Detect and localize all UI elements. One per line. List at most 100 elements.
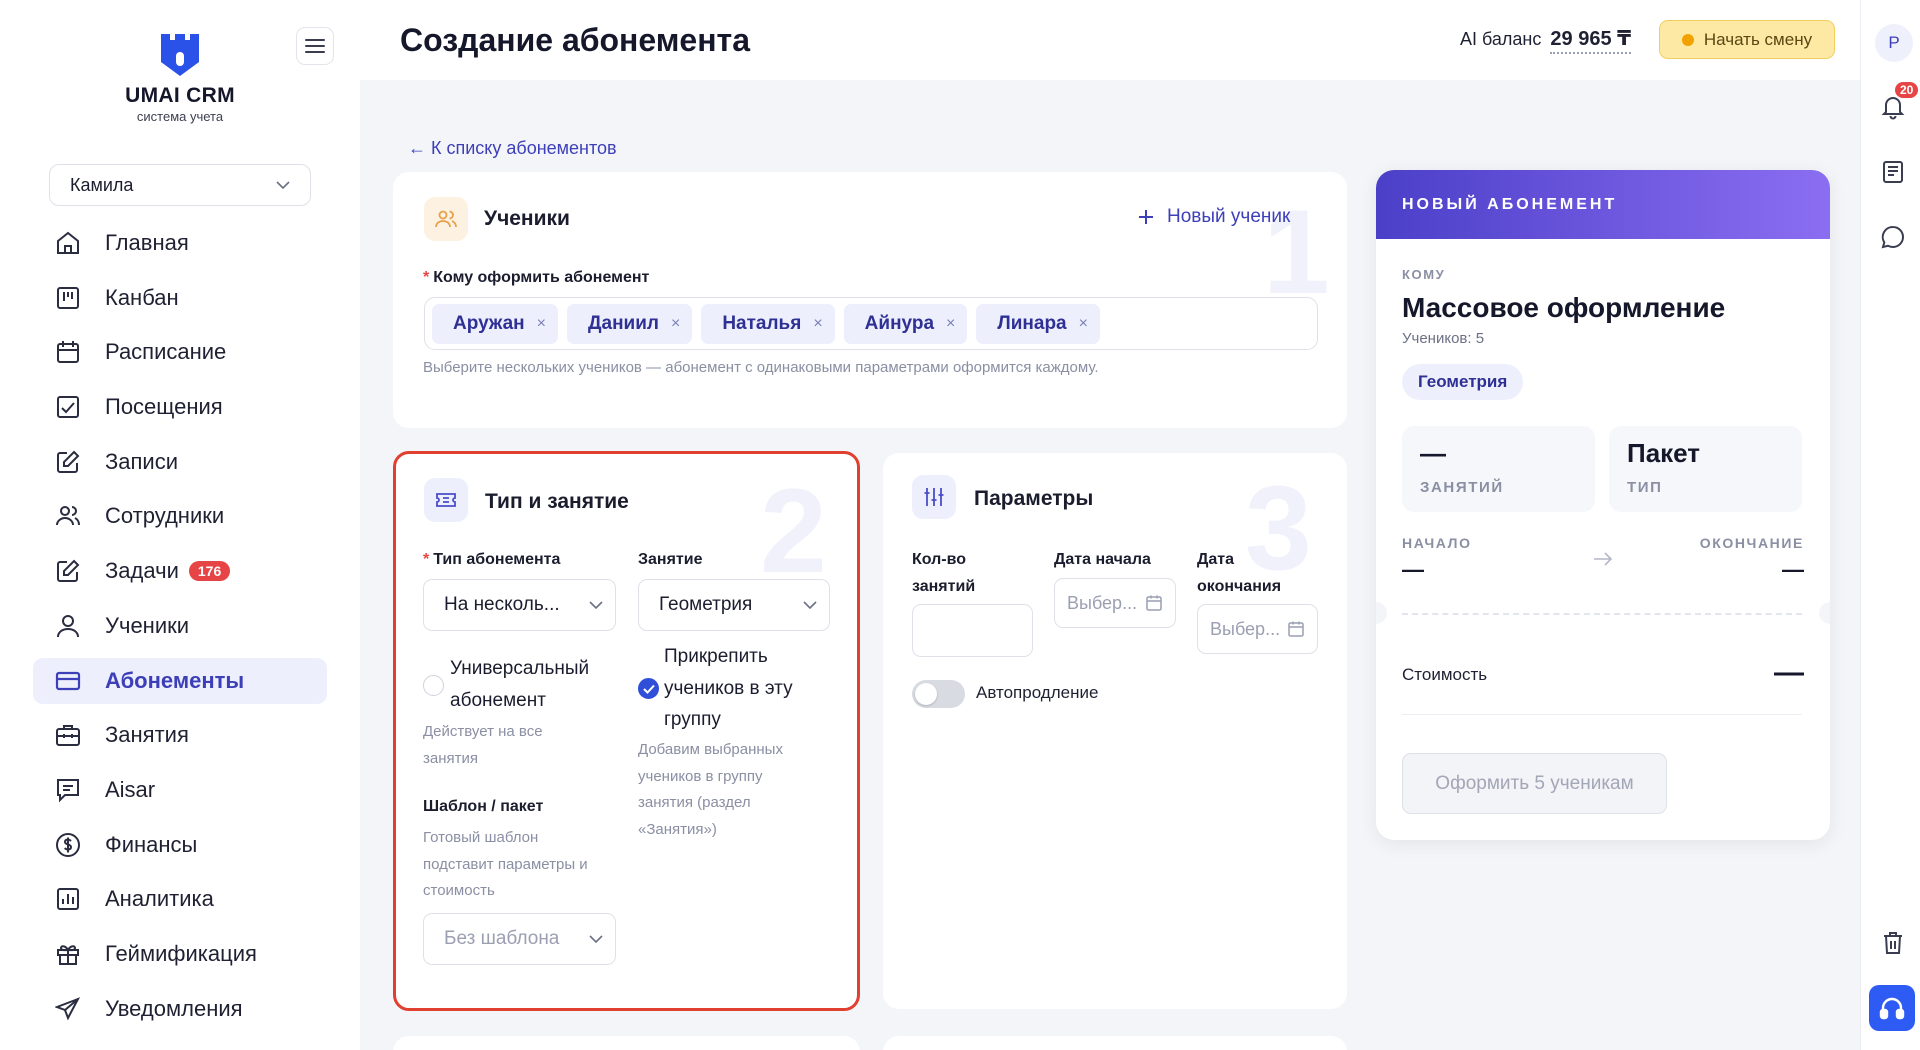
top-header: Создание абонемента AI баланс 29 965 ₸ Н… <box>360 0 1860 80</box>
page-title: Создание абонемента <box>400 22 751 58</box>
chevron-down-icon <box>803 600 817 609</box>
sidebar-item-label: Сотрудники <box>105 503 225 529</box>
start-date-label: Дата начала <box>1054 551 1151 568</box>
attach-group-checkbox[interactable] <box>638 678 659 699</box>
send-icon <box>55 996 81 1021</box>
sidebar-item-schedule[interactable]: Расписание <box>33 329 327 375</box>
subscription-type-select[interactable]: На несколь... <box>423 579 616 631</box>
students-multiselect[interactable]: Аружан × Даниил × Наталья × Айнура × Линара × <box>424 297 1318 350</box>
sidebar-item-records[interactable]: Записи <box>33 439 327 485</box>
student-chip: Наталья × <box>701 303 835 344</box>
lesson-label: Занятие <box>638 551 703 568</box>
student-chip: Даниил × <box>566 303 693 344</box>
sidebar-item-aisar[interactable]: Aisar <box>33 767 327 813</box>
attach-group-label[interactable]: Прикрепить учеников в эту группу <box>664 641 793 736</box>
autorenew-label: Автопродление <box>976 683 1099 702</box>
staff-icon <box>56 506 80 526</box>
journal-button[interactable] <box>1878 157 1908 187</box>
attach-group-hint: Добавим выбранных учеников в группу заня… <box>638 741 783 838</box>
sidebar-item-label: Занятия <box>105 722 189 748</box>
submit-subscription-button[interactable]: Оформить 5 ученикам <box>1402 753 1667 814</box>
universal-checkbox[interactable] <box>423 675 444 696</box>
logo[interactable]: UMAI CRM система учета <box>120 32 240 124</box>
sliders-icon <box>924 488 944 506</box>
lesson-select[interactable]: Геометрия <box>638 579 830 631</box>
student-chip-label: Аружан <box>453 312 525 334</box>
subscription-type-label: * Тип абонемента <box>423 551 561 568</box>
avatar[interactable]: Р <box>1875 24 1913 62</box>
user-select[interactable]: Камила <box>49 164 311 206</box>
tasks-icon <box>57 559 80 583</box>
briefcase-icon <box>56 725 80 747</box>
students-card-icon <box>424 197 468 241</box>
lessons-count-label: Кол-во занятий <box>912 551 976 595</box>
universal-label[interactable]: Универсальный абонемент <box>450 653 589 716</box>
sidebar-item-kanban[interactable]: Канбан <box>33 275 327 321</box>
summary-lesson-tag: Геометрия <box>1402 364 1524 400</box>
analytics-icon <box>57 888 79 911</box>
student-chip: Аружан × <box>432 303 558 344</box>
support-button[interactable] <box>1869 985 1915 1031</box>
chip-remove-icon[interactable]: × <box>537 315 546 333</box>
summary-count: Учеников: 5 <box>1402 330 1485 347</box>
summary-type-value: Пакет <box>1627 438 1701 468</box>
summary-end-value: — <box>1782 557 1804 582</box>
trash-button[interactable] <box>1878 928 1908 958</box>
hamburger-icon <box>305 39 325 53</box>
sidebar-nav: Главная Канбан Расписание Посещения Запи… <box>33 220 327 1040</box>
edit-icon <box>57 450 80 473</box>
chat-button[interactable] <box>1878 222 1908 252</box>
sidebar-item-label: Аналитика <box>105 886 214 912</box>
autorenew-toggle[interactable] <box>912 680 965 708</box>
sidebar-item-label: Записи <box>105 448 179 474</box>
kanban-icon <box>57 286 79 309</box>
sidebar-item-finance[interactable]: Финансы <box>33 822 327 868</box>
sidebar-item-notifications[interactable]: Уведомления <box>33 986 327 1032</box>
step-number: 2 <box>760 464 827 598</box>
menu-toggle-button[interactable] <box>296 27 334 65</box>
sidebar-item-attendance[interactable]: Посещения <box>33 384 327 430</box>
notifications-count-badge: 20 <box>1895 82 1919 98</box>
summary-lessons-tile: — ЗАНЯТИЙ <box>1402 426 1595 512</box>
dollar-icon <box>56 832 80 857</box>
summary-start-value: — <box>1402 557 1424 582</box>
sidebar-item-label: Ученики <box>105 612 190 638</box>
template-select[interactable]: Без шаблона <box>423 913 616 965</box>
type-card-title: Тип и занятие <box>485 490 629 513</box>
ai-balance[interactable]: AI баланс 29 965 ₸ <box>1460 26 1632 54</box>
chip-remove-icon[interactable]: × <box>1079 315 1088 333</box>
sidebar-item-analytics[interactable]: Аналитика <box>33 876 327 922</box>
sidebar-item-home[interactable]: Главная <box>33 220 327 266</box>
sidebar-item-subscriptions[interactable]: Абонементы <box>33 657 327 704</box>
start-date-input[interactable]: Выбер... <box>1054 578 1176 628</box>
sidebar-item-lessons[interactable]: Занятия <box>33 712 327 758</box>
chip-remove-icon[interactable]: × <box>813 315 822 333</box>
start-shift-button[interactable]: Начать смену <box>1659 20 1835 59</box>
gift-icon <box>57 945 79 965</box>
sidebar-item-label: Финансы <box>105 831 198 857</box>
students-hint: Выберите нескольких учеников — абонемент… <box>423 359 1099 376</box>
lessons-count-input[interactable] <box>912 604 1033 657</box>
status-dot-icon <box>1681 33 1694 46</box>
chat-icon <box>57 778 79 803</box>
end-date-input[interactable]: Выбер... <box>1197 604 1318 654</box>
sidebar-item-students[interactable]: Ученики <box>33 603 327 649</box>
sidebar-item-label: Геймификация <box>105 940 257 966</box>
summary-type-label: ТИП <box>1627 479 1663 496</box>
sidebar-item-label: Уведомления <box>105 995 243 1021</box>
back-to-list-link[interactable]: ← К списку абонементов <box>408 138 617 159</box>
chip-remove-icon[interactable]: × <box>946 315 955 333</box>
plus-icon <box>1139 210 1153 224</box>
summary-header: НОВЫЙ АБОНЕМЕНТ <box>1376 170 1830 239</box>
chip-remove-icon[interactable]: × <box>671 315 680 333</box>
user-select-value: Камила <box>70 174 134 195</box>
new-student-button[interactable]: Новый ученик <box>1137 206 1290 228</box>
sidebar-item-staff[interactable]: Сотрудники <box>33 493 327 539</box>
student-chip: Айнура × <box>843 303 968 344</box>
calendar-icon <box>57 341 79 364</box>
student-chip-label: Наталья <box>722 312 802 334</box>
sidebar-item-tasks[interactable]: Задачи 176 <box>33 548 327 594</box>
summary-to-label: КОМУ <box>1402 267 1446 282</box>
sidebar-item-gamification[interactable]: Геймификация <box>33 931 327 977</box>
students-card-title: Ученики <box>484 207 570 230</box>
